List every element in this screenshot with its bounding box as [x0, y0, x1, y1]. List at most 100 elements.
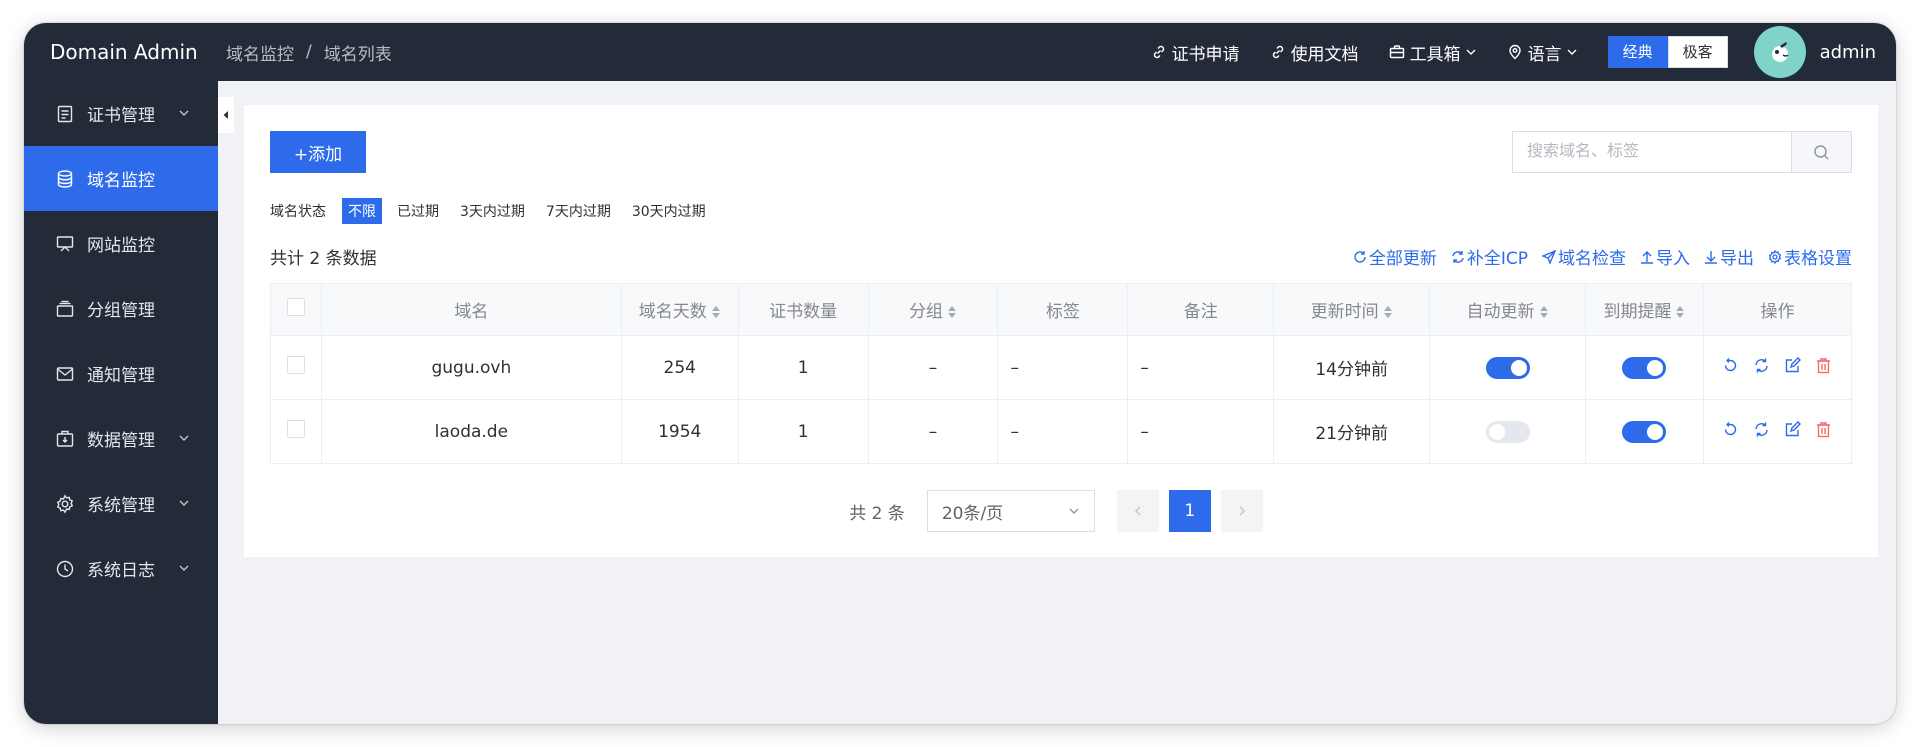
domain-table: 域名 域名天数 证书数量 分组 标签 备注 更新时间 自动更新 到期提醒 操作 …	[270, 283, 1853, 464]
sort-icon	[1539, 306, 1548, 318]
sidebar-item-groups[interactable]: 分组管理	[24, 276, 218, 341]
export-button[interactable]: 导出	[1704, 244, 1754, 269]
username[interactable]: admin	[1820, 42, 1876, 63]
folder-icon	[55, 299, 75, 319]
breadcrumb: 域名监控 / 域名列表	[226, 40, 392, 65]
chevron-down-icon	[178, 432, 190, 444]
gear-icon	[55, 493, 75, 514]
domain-cell[interactable]: gugu.ovh	[320, 335, 622, 400]
column-header-label: 自动更新	[1466, 302, 1535, 322]
pagination: 共 2 条 20条/页 1	[244, 490, 1878, 532]
sidebar-item-site-monitor[interactable]: 网站监控	[24, 211, 218, 276]
next-page-button[interactable]	[1220, 490, 1263, 532]
prev-page-button[interactable]	[1116, 490, 1159, 532]
certs-cell: 1	[737, 335, 869, 400]
clock-icon	[55, 559, 75, 579]
auto-update-switch[interactable]	[1485, 356, 1530, 379]
sidebar-item-notifications[interactable]: 通知管理	[24, 341, 218, 406]
sidebar-item-label: 通知管理	[87, 366, 155, 386]
search-input[interactable]	[1513, 132, 1791, 172]
refresh-icon[interactable]	[1722, 421, 1739, 438]
caret-left-icon	[223, 111, 228, 119]
column-header-expire-alert[interactable]: 到期提醒	[1585, 283, 1704, 336]
sidebar-item-label: 证书管理	[87, 106, 155, 126]
domain-check-button[interactable]: 域名检查	[1542, 244, 1626, 269]
sidebar: 证书管理 域名监控 网站监控 分组管理 通知管理 数据管理 系统管理 系统日志	[24, 81, 218, 724]
filter-option-all[interactable]: 不限	[342, 198, 382, 224]
edit-icon[interactable]	[1784, 420, 1802, 438]
sidebar-item-system[interactable]: 系统管理	[24, 471, 218, 536]
toolbox-dropdown[interactable]: 工具箱	[1389, 40, 1477, 65]
filter-option-7days[interactable]: 7天内过期	[540, 198, 617, 224]
pagination-total: 共 2 条	[849, 503, 905, 524]
breadcrumb-item[interactable]: 域名监控	[226, 40, 294, 65]
search-button[interactable]	[1791, 132, 1851, 172]
avatar[interactable]	[1753, 26, 1806, 78]
domain-cell[interactable]: laoda.de	[320, 399, 622, 464]
status-filter: 域名状态 不限 已过期 3天内过期 7天内过期 30天内过期	[270, 198, 721, 224]
search-icon	[1814, 144, 1829, 159]
sync-icon[interactable]	[1753, 421, 1770, 438]
table-settings-button[interactable]: 表格设置	[1768, 244, 1852, 269]
expire-alert-switch[interactable]	[1622, 420, 1667, 443]
database-icon	[55, 169, 75, 189]
update-all-button[interactable]: 全部更新	[1353, 244, 1437, 269]
download-icon	[1704, 250, 1718, 264]
complete-icp-button[interactable]: 补全ICP	[1451, 244, 1528, 269]
sidebar-item-data[interactable]: 数据管理	[24, 406, 218, 471]
filter-option-expired[interactable]: 已过期	[391, 198, 445, 224]
theme-geek-option[interactable]: 极客	[1667, 36, 1728, 68]
domain-check-label: 域名检查	[1558, 249, 1626, 269]
column-header-auto-update[interactable]: 自动更新	[1429, 283, 1586, 336]
theme-classic-option[interactable]: 经典	[1607, 36, 1668, 68]
updated-cell: 14分钟前	[1273, 335, 1431, 400]
row-actions	[1722, 420, 1832, 438]
delete-icon[interactable]	[1815, 421, 1832, 438]
import-button[interactable]: 导入	[1640, 244, 1690, 269]
brand-title[interactable]: Domain Admin	[50, 40, 224, 64]
column-header-days[interactable]: 域名天数	[620, 283, 739, 336]
actions-cell	[1702, 335, 1853, 400]
sort-icon	[948, 306, 957, 318]
page-size-value: 20条/页	[941, 503, 1004, 524]
edit-icon[interactable]	[1784, 356, 1802, 374]
filter-option-3days[interactable]: 3天内过期	[454, 198, 531, 224]
sidebar-item-certificates[interactable]: 证书管理	[24, 81, 218, 146]
select-all-checkbox[interactable]	[286, 298, 305, 316]
cert-apply-link[interactable]: 证书申请	[1151, 40, 1240, 65]
docs-link[interactable]: 使用文档	[1270, 40, 1359, 65]
user-avatar-icon	[1771, 42, 1789, 62]
table-settings-label: 表格设置	[1784, 249, 1852, 269]
send-icon	[1542, 249, 1556, 264]
sync-icon[interactable]	[1753, 357, 1770, 374]
chevron-down-icon	[1566, 46, 1578, 58]
sidebar-collapse-button[interactable]	[218, 97, 234, 133]
days-cell: 254	[620, 335, 739, 400]
sidebar-item-domain-monitor[interactable]: 域名监控	[24, 146, 218, 211]
table-row: laoda.de 1954 1 – – – 21分钟前	[270, 399, 1853, 464]
breadcrumb-item-current: 域名列表	[323, 44, 392, 65]
chevron-down-icon	[178, 497, 190, 509]
column-header-group[interactable]: 分组	[867, 283, 999, 336]
expire-alert-switch[interactable]	[1622, 356, 1667, 379]
import-label: 导入	[1656, 249, 1690, 269]
column-header-updated[interactable]: 更新时间	[1273, 283, 1431, 336]
refresh-icon[interactable]	[1722, 357, 1739, 374]
add-domain-button[interactable]: +添加	[270, 131, 366, 173]
row-checkbox[interactable]	[286, 420, 305, 438]
table-header-row: 域名 域名天数 证书数量 分组 标签 备注 更新时间 自动更新 到期提醒 操作	[270, 283, 1853, 336]
delete-icon[interactable]	[1815, 357, 1832, 374]
sync-icon	[1451, 250, 1465, 264]
docs-label: 使用文档	[1290, 44, 1359, 65]
language-label: 语言	[1527, 44, 1562, 65]
filter-option-30days[interactable]: 30天内过期	[626, 198, 712, 224]
note-cell: –	[1127, 399, 1275, 464]
language-dropdown[interactable]: 语言	[1507, 40, 1578, 65]
row-checkbox[interactable]	[286, 356, 305, 374]
page-number-current[interactable]: 1	[1168, 490, 1211, 532]
search-box	[1512, 131, 1852, 173]
page-size-select[interactable]: 20条/页	[926, 490, 1095, 532]
auto-update-switch[interactable]	[1485, 420, 1530, 443]
sidebar-item-logs[interactable]: 系统日志	[24, 536, 218, 601]
column-header-tags: 标签	[997, 283, 1129, 336]
